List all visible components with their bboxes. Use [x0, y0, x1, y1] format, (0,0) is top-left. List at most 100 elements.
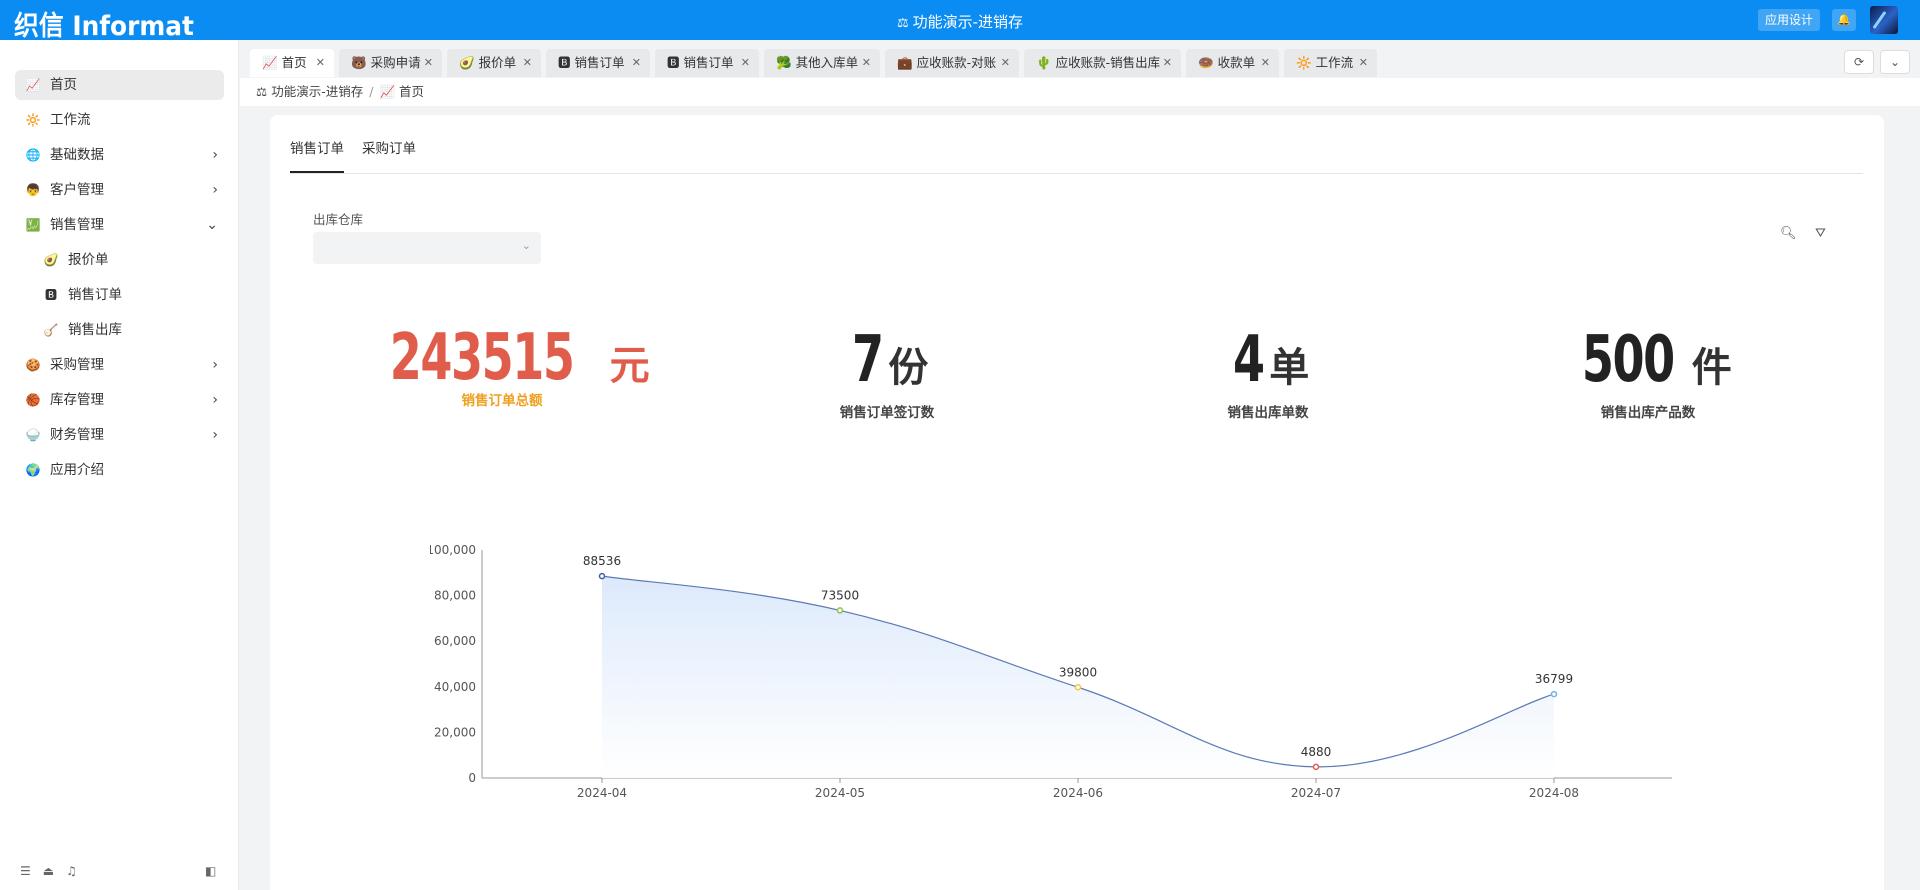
tab-0[interactable]: 📈 首页 ✕ [250, 49, 334, 77]
sidebar-item-0[interactable]: 📈 首页 [15, 70, 224, 100]
avatar[interactable] [1870, 6, 1898, 34]
close-icon[interactable]: ✕ [741, 49, 750, 77]
y-tick-label: 60,000 [434, 634, 476, 648]
tab-sales-order[interactable]: 销售订单 [290, 137, 344, 173]
sidebar-item-9[interactable]: 🏀 库存管理 › [15, 385, 224, 415]
stat-label: 销售出库产品数 [1600, 405, 1696, 421]
eject-icon[interactable]: ⏏ [43, 864, 54, 878]
sidebar-item-label: 基础数据 [50, 147, 104, 163]
breadcrumb-root[interactable]: 功能演示-进销存 [271, 84, 363, 99]
app-design-button[interactable]: 应用设计 [1758, 9, 1821, 31]
bell-outline-icon[interactable]: ♫ [66, 864, 77, 878]
tab-6[interactable]: 💼 应收账款-对账 ✕ [885, 49, 1019, 77]
sidebar-item-6[interactable]: 🅱 销售订单 [15, 280, 224, 310]
sidebar-item-1[interactable]: 🔆 工作流 [15, 105, 224, 135]
stat-unit: 份 [888, 345, 929, 391]
sidebar-item-2[interactable]: 🌐 基础数据 › [15, 140, 224, 170]
tab-icon: 🔆 [1296, 55, 1312, 70]
tab-7[interactable]: 🌵 应收账款-销售出库 ✕ [1024, 49, 1181, 77]
tab-label: 应收账款-销售出库 [1055, 55, 1161, 70]
tab-icon: 🍩 [1198, 55, 1214, 70]
tab-5[interactable]: 🥦 其他入库单 ✕ [764, 49, 880, 77]
sidebar-item-icon: 🔆 [25, 113, 41, 127]
breadcrumb-separator: / [369, 84, 374, 99]
sales-trend-chart: 100,000 80,000 60,000 40,000 20,000 0 2024-04 2… [430, 543, 1672, 800]
sidebar-item-10[interactable]: 🍚 财务管理 › [15, 420, 224, 450]
tab-4[interactable]: 🅱 销售订单 ✕ [655, 49, 759, 77]
tab-2[interactable]: 🥑 报价单 ✕ [447, 49, 541, 77]
chevron-icon: › [212, 392, 218, 408]
data-label: 39800 [1059, 665, 1097, 679]
data-point [1312, 763, 1320, 771]
sidebar-item-icon: 💹 [25, 218, 41, 232]
sidebar-item-11[interactable]: 🌍 应用介绍 [15, 455, 224, 485]
data-label: 73500 [821, 588, 859, 602]
sidebar-collapse-icon[interactable]: ◧ [205, 864, 216, 878]
tab-purchase-order[interactable]: 采购订单 [362, 137, 416, 173]
sidebar-item-icon: 🍪 [25, 358, 41, 372]
tab-label: 应收账款-对账 [916, 55, 997, 70]
stat-order-count: 7份 销售订单签订数 [737, 325, 1037, 421]
refresh-icon[interactable]: ⟳ [1844, 50, 1874, 74]
filter-icon[interactable]: ⛛ [1815, 226, 1826, 241]
stat-value: 7 [851, 323, 884, 397]
sidebar-item-icon: 👦 [25, 183, 41, 197]
sidebar-item-5[interactable]: 🥑 报价单 [15, 245, 224, 275]
sidebar-item-label: 客户管理 [50, 182, 104, 198]
menu-list-icon[interactable]: ☰ [20, 864, 31, 878]
y-tick-label: 0 [468, 771, 476, 785]
sidebar-item-8[interactable]: 🍪 采购管理 › [15, 350, 224, 380]
tab-1[interactable]: 🐻 采购申请 ✕ [339, 49, 442, 77]
breadcrumb-current-icon: 📈 [379, 84, 396, 99]
warehouse-filter-label: 出库仓库 [313, 212, 364, 227]
stat-value: 4 [1232, 323, 1265, 397]
sidebar-item-label: 工作流 [50, 112, 91, 128]
y-tick-label: 40,000 [434, 680, 476, 694]
sidebar-item-icon: 🌍 [25, 463, 41, 477]
scale-icon: ⚖ [896, 16, 909, 31]
tab-label: 销售订单 [683, 55, 734, 70]
close-icon[interactable]: ✕ [1163, 49, 1172, 77]
tab-9[interactable]: 🔆 工作流 ✕ [1284, 49, 1377, 77]
tab-icon: 💼 [897, 55, 913, 70]
scale-icon: ⚖ [256, 84, 268, 99]
tab-label: 其他入库单 [795, 55, 859, 70]
close-icon[interactable]: ✕ [862, 49, 871, 77]
data-label: 88536 [583, 554, 621, 568]
data-point [1550, 690, 1558, 698]
sidebar-item-icon: 🪕 [43, 323, 59, 337]
data-point [598, 572, 606, 580]
warehouse-select[interactable]: ⌄ [313, 232, 541, 264]
sidebar-item-icon: 🏀 [25, 393, 41, 407]
sidebar-item-icon: 🥑 [43, 253, 59, 267]
sidebar-item-icon: 🌐 [25, 148, 41, 162]
close-icon[interactable]: ✕ [1261, 49, 1270, 77]
chevron-down-icon: ⌄ [521, 239, 531, 252]
close-icon[interactable]: ✕ [424, 49, 433, 77]
data-point [1074, 684, 1082, 691]
stat-unit: 件 [1691, 345, 1732, 391]
tab-3[interactable]: 🅱 销售订单 ✕ [546, 49, 650, 77]
sidebar-item-label: 报价单 [68, 252, 109, 268]
app-title: ⚖ 功能演示-进销存 [0, 11, 1920, 32]
y-tick-label: 100,000 [430, 543, 476, 557]
close-icon[interactable]: ✕ [316, 49, 325, 77]
tab-8[interactable]: 🍩 收款单 ✕ [1186, 49, 1279, 77]
x-tick-label: 2024-05 [815, 786, 865, 800]
chevron-icon: › [212, 357, 218, 373]
close-icon[interactable]: ✕ [523, 49, 532, 77]
stat-product-count: 500 件 销售出库产品数 [1498, 325, 1798, 421]
chevron-down-icon[interactable]: ⌄ [1880, 50, 1910, 74]
close-icon[interactable]: ✕ [1359, 49, 1368, 77]
breadcrumb: ⚖ 功能演示-进销存 / 📈 首页 [240, 78, 1920, 106]
bell-icon[interactable]: 🔔 [1832, 9, 1856, 31]
stat-outbound-count: 4单 销售出库单数 [1118, 325, 1418, 421]
tab-label: 报价单 [478, 55, 517, 70]
sidebar-item-label: 财务管理 [50, 427, 104, 443]
close-icon[interactable]: ✕ [632, 49, 641, 77]
close-icon[interactable]: ✕ [1001, 49, 1010, 77]
sidebar-item-3[interactable]: 👦 客户管理 › [15, 175, 224, 205]
sidebar-item-4[interactable]: 💹 销售管理 ⌄ [15, 210, 224, 240]
search-icon[interactable]: 🔍︎ [1780, 226, 1797, 241]
sidebar-item-7[interactable]: 🪕 销售出库 [15, 315, 224, 345]
